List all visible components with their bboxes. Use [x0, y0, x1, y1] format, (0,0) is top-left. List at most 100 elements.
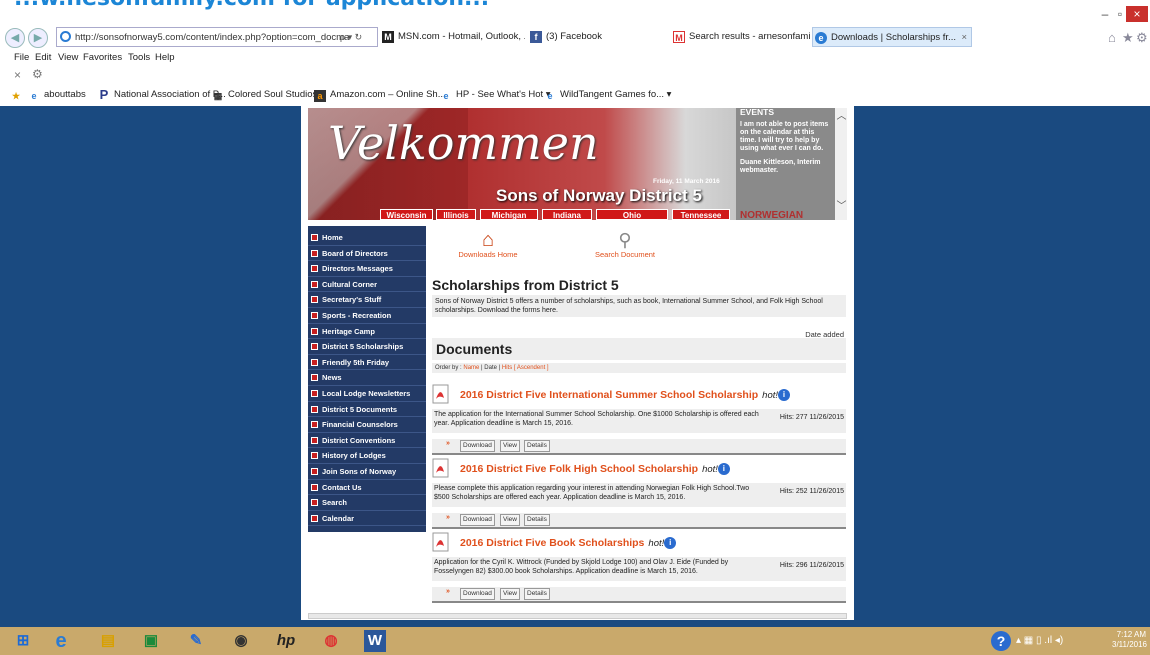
- scroll-up-icon[interactable]: ︿: [836, 112, 847, 122]
- hp-icon[interactable]: hp: [275, 630, 297, 652]
- command-close-icon[interactable]: ×: [14, 68, 21, 82]
- favorites-star-icon[interactable]: ★: [1122, 30, 1134, 46]
- menu-file[interactable]: File: [14, 52, 29, 63]
- info-icon[interactable]: i: [664, 537, 677, 549]
- tab-close-icon[interactable]: ×: [961, 28, 967, 46]
- paint-icon[interactable]: ✎: [185, 630, 207, 652]
- details-button[interactable]: Details: [524, 588, 550, 600]
- sidebar-item[interactable]: Cultural Corner: [308, 277, 426, 293]
- sidebar-item[interactable]: Sports - Recreation: [308, 308, 426, 324]
- fav-amazon[interactable]: a Amazon.com – Online Sh...: [314, 89, 446, 102]
- menu-tools[interactable]: Tools: [128, 52, 150, 63]
- order-by-hits[interactable]: Hits [ Ascendent ]: [502, 365, 549, 371]
- fav-colored-soul[interactable]: ▦ Colored Soul Studios: [212, 89, 318, 102]
- sidebar-item[interactable]: Board of Directors: [308, 246, 426, 262]
- sidebar-item-label: Search: [322, 498, 348, 508]
- minimize-button[interactable]: –: [1098, 6, 1112, 22]
- sidebar-item[interactable]: District 5 Scholarships: [308, 339, 426, 355]
- horizontal-scrollbar[interactable]: [308, 613, 847, 619]
- arrows-icon: »: [446, 440, 450, 447]
- state-tab-wisconsin[interactable]: Wisconsin: [380, 209, 433, 220]
- search-document-link[interactable]: ⚲ Search Document: [590, 230, 660, 259]
- sidebar-item[interactable]: Heritage Camp: [308, 324, 426, 340]
- view-button[interactable]: View: [500, 440, 520, 452]
- sidebar-item[interactable]: District Conventions: [308, 433, 426, 449]
- section-description: Sons of Norway District 5 offers a numbe…: [432, 295, 846, 317]
- state-tab-ohio[interactable]: Ohio: [596, 209, 668, 220]
- download-button[interactable]: Download: [460, 514, 495, 526]
- msn-icon: M: [382, 31, 394, 43]
- sidebar-item[interactable]: Calendar: [308, 511, 426, 527]
- document-title[interactable]: 2016 District Five Book Scholarships hot!…: [460, 537, 677, 549]
- download-button[interactable]: Download: [460, 588, 495, 600]
- system-tray[interactable]: ▴ ▦ ▯ .ıl ◂): [1016, 635, 1063, 646]
- address-bar[interactable]: http://sonsofnorway5.com/content/index.p…: [56, 27, 378, 47]
- state-tab-indiana[interactable]: Indiana: [542, 209, 592, 220]
- sidebar-item[interactable]: Contact Us: [308, 480, 426, 496]
- sidebar-item[interactable]: Secretary's Stuff: [308, 292, 426, 308]
- menu-favorites[interactable]: Favorites: [83, 52, 122, 63]
- tab-gmail[interactable]: M Search results - arnesonfamily...: [671, 27, 811, 47]
- help-icon[interactable]: ?: [991, 631, 1011, 651]
- sidebar-item[interactable]: Home: [308, 230, 426, 246]
- gear-icon[interactable]: ⚙: [32, 67, 43, 81]
- sidebar-item[interactable]: Join Sons of Norway: [308, 464, 426, 480]
- tab-facebook[interactable]: f (3) Facebook: [528, 27, 668, 47]
- file-explorer-icon[interactable]: ▤: [97, 630, 119, 652]
- document-title[interactable]: 2016 District Five Folk High School Scho…: [460, 463, 730, 475]
- store-icon[interactable]: ▣: [140, 630, 162, 652]
- settings-gear-icon[interactable]: ⚙: [1136, 30, 1148, 46]
- fav-hp[interactable]: e HP - See What's Hot ▾: [440, 89, 550, 102]
- order-by-date[interactable]: Date: [484, 365, 497, 371]
- state-tab-michigan[interactable]: Michigan: [480, 209, 538, 220]
- details-button[interactable]: Details: [524, 514, 550, 526]
- maximize-button[interactable]: ▫: [1113, 6, 1127, 22]
- clock[interactable]: 7:12 AM 3/11/2016: [1112, 630, 1147, 650]
- bullet-icon: [311, 436, 318, 444]
- sidebar-item[interactable]: Local Lodge Newsletters: [308, 386, 426, 402]
- sidebar-item-label: Calendar: [322, 513, 355, 523]
- scroll-down-icon[interactable]: ﹀: [836, 202, 847, 212]
- downloads-home-link[interactable]: ⌂ Downloads Home: [458, 230, 518, 259]
- view-button[interactable]: View: [500, 588, 520, 600]
- tab-downloads[interactable]: e Downloads | Scholarships fr... ×: [812, 27, 972, 47]
- sidebar-item[interactable]: Friendly 5th Friday: [308, 355, 426, 371]
- page-area: Velkommen Friday, 11 March 2016 Sons of …: [0, 106, 1150, 627]
- fav-wildtangent[interactable]: e WildTangent Games fo... ▾: [544, 89, 671, 102]
- fav-abouttabs[interactable]: e abouttabs: [28, 89, 85, 102]
- info-icon[interactable]: i: [778, 389, 791, 401]
- menu-edit[interactable]: Edit: [35, 52, 51, 63]
- back-button[interactable]: ◀: [5, 28, 25, 48]
- document-title[interactable]: 2016 District Five International Summer …: [460, 389, 791, 401]
- state-tab-tennessee[interactable]: Tennessee: [672, 209, 730, 220]
- tab-label: (3) Facebook: [546, 31, 602, 42]
- view-button[interactable]: View: [500, 514, 520, 526]
- media-icon[interactable]: ◉: [230, 630, 252, 652]
- home-icon[interactable]: ⌂: [1108, 30, 1116, 45]
- info-icon[interactable]: i: [717, 463, 730, 475]
- ie-taskbar-icon[interactable]: e: [50, 630, 72, 652]
- menu-bar: File Edit View Favorites Tools Help: [0, 50, 1150, 66]
- start-icon[interactable]: ⊞: [12, 630, 34, 652]
- sidebar-item[interactable]: District 5 Documents: [308, 402, 426, 418]
- forward-button[interactable]: ▶: [28, 28, 48, 48]
- sidebar-item[interactable]: History of Lodges: [308, 448, 426, 464]
- sidebar-item[interactable]: News: [308, 370, 426, 386]
- sidebar-item[interactable]: Directors Messages: [308, 261, 426, 277]
- details-button[interactable]: Details: [524, 440, 550, 452]
- favorites-star-icon[interactable]: ★: [10, 89, 26, 102]
- chrome-icon[interactable]: ◍: [320, 630, 342, 652]
- menu-view[interactable]: View: [58, 52, 78, 63]
- address-tools[interactable]: ρ ▾ ↻: [340, 32, 362, 43]
- sidebar-item[interactable]: Financial Counselors: [308, 417, 426, 433]
- events-scrollbar[interactable]: ︿ ﹀: [835, 108, 847, 220]
- state-tab-illinois[interactable]: Illinois: [436, 209, 476, 220]
- fav-national-association[interactable]: P National Association of P...: [98, 88, 226, 101]
- tab-msn[interactable]: M MSN.com - Hotmail, Outlook, ...: [380, 27, 525, 47]
- download-button[interactable]: Download: [460, 440, 495, 452]
- close-window-button[interactable]: ×: [1126, 6, 1148, 22]
- order-by-name[interactable]: Name: [463, 365, 479, 371]
- word-icon[interactable]: W: [364, 630, 386, 652]
- sidebar-item[interactable]: Search: [308, 495, 426, 511]
- menu-help[interactable]: Help: [155, 52, 175, 63]
